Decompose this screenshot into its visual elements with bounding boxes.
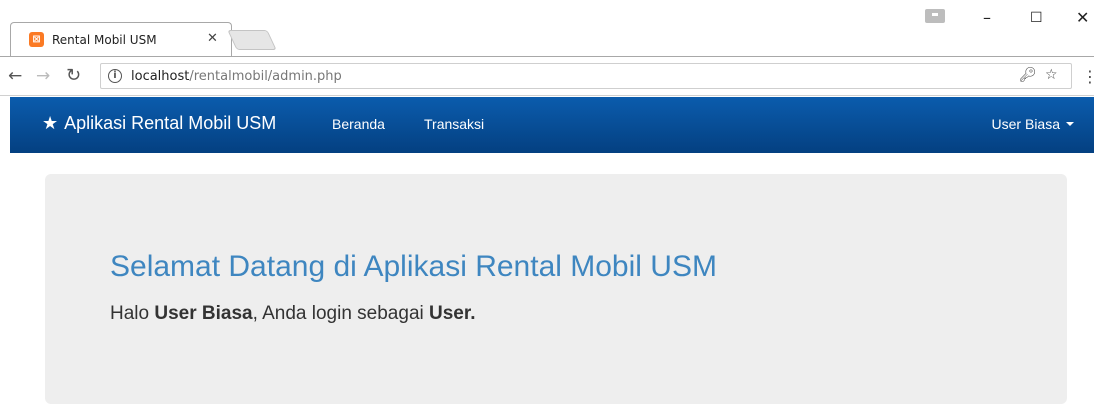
arrow-left-icon[interactable]: ←: [8, 66, 22, 86]
minimize-icon[interactable]: –: [983, 8, 991, 27]
reload-icon[interactable]: ↻: [66, 65, 81, 86]
user-dropdown[interactable]: User Biasa: [992, 116, 1074, 132]
browser-titlebar: ⊠ Rental Mobil USM ✕ – ☐ ✕: [0, 0, 1094, 56]
nav-link-transaksi[interactable]: Transaksi: [424, 116, 484, 132]
tab-close-icon[interactable]: ✕: [207, 31, 218, 46]
welcome-title: Selamat Datang di Aplikasi Rental Mobil …: [110, 250, 717, 283]
arrow-right-icon[interactable]: →: [36, 66, 50, 86]
xampp-favicon-icon: ⊠: [29, 32, 44, 47]
caret-down-icon: [1066, 122, 1074, 126]
new-tab-button[interactable]: [227, 30, 277, 50]
browser-tab[interactable]: ⊠ Rental Mobil USM ✕: [10, 22, 232, 56]
star-icon[interactable]: ☆: [1045, 67, 1058, 83]
greeting-role: User.: [429, 303, 476, 324]
greeting-text: Halo User Biasa, Anda login sebagai User…: [110, 303, 476, 324]
profile-icon[interactable]: [925, 9, 945, 23]
info-icon[interactable]: i: [108, 69, 122, 83]
star-icon: ★: [42, 113, 59, 134]
greeting-user-name: User Biasa: [154, 303, 253, 324]
nav-link-beranda[interactable]: Beranda: [332, 116, 385, 132]
url-text: localhost/rentalmobil/admin.php: [131, 69, 342, 84]
app-navbar: ★ Aplikasi Rental Mobil USM Beranda Tran…: [10, 97, 1094, 153]
maximize-icon[interactable]: ☐: [1030, 10, 1043, 26]
key-icon[interactable]: 🔑︎: [1019, 67, 1037, 83]
close-window-icon[interactable]: ✕: [1076, 8, 1089, 27]
address-bar: ← → ↻ i localhost/rentalmobil/admin.php …: [0, 56, 1094, 96]
welcome-jumbotron: Selamat Datang di Aplikasi Rental Mobil …: [45, 174, 1067, 404]
menu-dots-icon[interactable]: ⋮: [1082, 67, 1094, 86]
tab-title: Rental Mobil USM: [52, 32, 157, 47]
url-input[interactable]: i localhost/rentalmobil/admin.php 🔑︎ ☆: [100, 63, 1072, 89]
brand-label: Aplikasi Rental Mobil USM: [64, 113, 277, 133]
navbar-brand[interactable]: ★ Aplikasi Rental Mobil USM: [42, 113, 276, 134]
user-dropdown-label: User Biasa: [991, 116, 1060, 132]
